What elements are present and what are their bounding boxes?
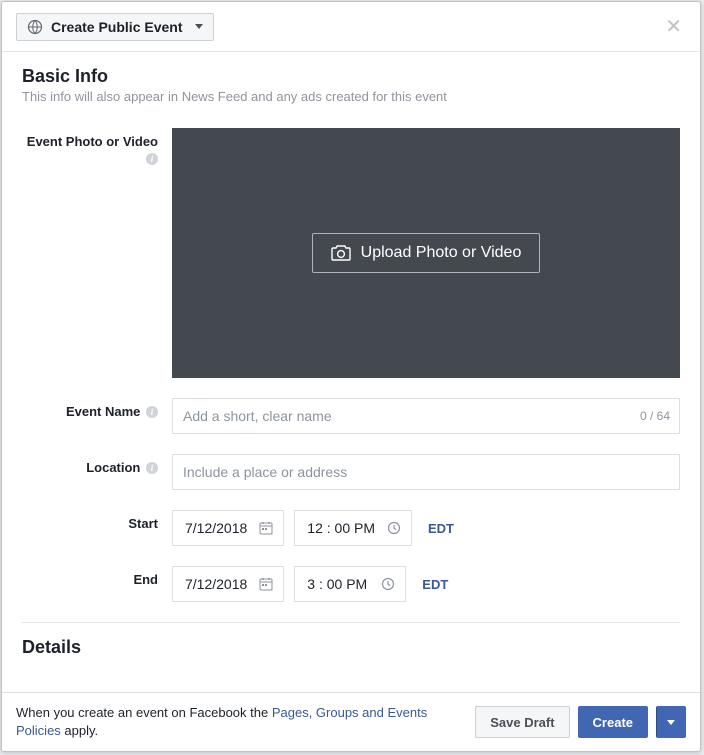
- start-datetime-group: 7/12/2018 12 : 00 PM EDT: [172, 510, 460, 546]
- start-time-value: 12 : 00 PM: [307, 520, 375, 536]
- dialog-body: Basic Info This info will also appear in…: [2, 52, 700, 693]
- save-draft-button[interactable]: Save Draft: [475, 706, 569, 738]
- row-event-photo: Event Photo or Video i Upload Photo or V…: [22, 128, 680, 378]
- media-upload-area: Upload Photo or Video: [172, 128, 680, 378]
- end-date-value: 7/12/2018: [185, 576, 247, 592]
- chevron-down-icon: [195, 24, 203, 29]
- clock-icon: [381, 577, 395, 591]
- end-time-input[interactable]: 3 : 00 PM: [294, 566, 406, 602]
- label-event-name: Event Name i: [22, 398, 172, 434]
- footer-policy-text: When you create an event on Facebook the…: [16, 704, 467, 740]
- upload-photo-button[interactable]: Upload Photo or Video: [312, 233, 541, 273]
- info-icon[interactable]: i: [146, 153, 158, 165]
- dialog-title: Create Public Event: [51, 19, 183, 35]
- row-location: Location i: [22, 454, 680, 490]
- label-event-photo: Event Photo or Video i: [22, 128, 172, 168]
- label-end: End: [22, 566, 172, 602]
- create-event-dialog: Create Public Event ✕ Basic Info This in…: [1, 1, 701, 752]
- row-end: End 7/12/2018 3 : 00 PM EDT: [22, 566, 680, 602]
- calendar-icon: [259, 577, 273, 591]
- globe-icon: [27, 19, 43, 35]
- info-icon[interactable]: i: [146, 462, 158, 474]
- row-event-name: Event Name i 0 / 64: [22, 398, 680, 434]
- start-time-input[interactable]: 12 : 00 PM: [294, 510, 412, 546]
- create-button[interactable]: Create: [578, 706, 648, 738]
- section-subtitle: This info will also appear in News Feed …: [22, 89, 680, 104]
- row-start: Start 7/12/2018 12 : 00 PM EDT: [22, 510, 680, 546]
- event-name-input[interactable]: [172, 398, 680, 434]
- label-start: Start: [22, 510, 172, 546]
- scroll-area[interactable]: Basic Info This info will also appear in…: [2, 52, 700, 692]
- info-icon[interactable]: i: [146, 406, 158, 418]
- dialog-header: Create Public Event ✕: [2, 2, 700, 52]
- upload-label: Upload Photo or Video: [361, 244, 522, 262]
- end-time-value: 3 : 00 PM: [307, 576, 367, 592]
- char-count: 0 / 64: [640, 398, 670, 434]
- label-location: Location i: [22, 454, 172, 490]
- chevron-down-icon: [667, 720, 675, 725]
- calendar-icon: [259, 521, 273, 535]
- start-timezone-link[interactable]: EDT: [422, 521, 460, 536]
- location-input[interactable]: [172, 454, 680, 490]
- end-date-input[interactable]: 7/12/2018: [172, 566, 284, 602]
- end-timezone-link[interactable]: EDT: [416, 577, 454, 592]
- section-title-details: Details: [22, 637, 680, 658]
- close-icon[interactable]: ✕: [661, 13, 686, 41]
- camera-icon: [331, 245, 351, 261]
- event-privacy-button[interactable]: Create Public Event: [16, 13, 214, 41]
- start-date-value: 7/12/2018: [185, 520, 247, 536]
- dialog-footer: When you create an event on Facebook the…: [2, 693, 700, 751]
- create-dropdown-button[interactable]: [656, 706, 686, 738]
- clock-icon: [387, 521, 401, 535]
- section-title-basic-info: Basic Info: [22, 66, 680, 87]
- start-date-input[interactable]: 7/12/2018: [172, 510, 284, 546]
- divider: [22, 622, 680, 623]
- event-name-wrapper: 0 / 64: [172, 398, 680, 434]
- end-datetime-group: 7/12/2018 3 : 00 PM EDT: [172, 566, 454, 602]
